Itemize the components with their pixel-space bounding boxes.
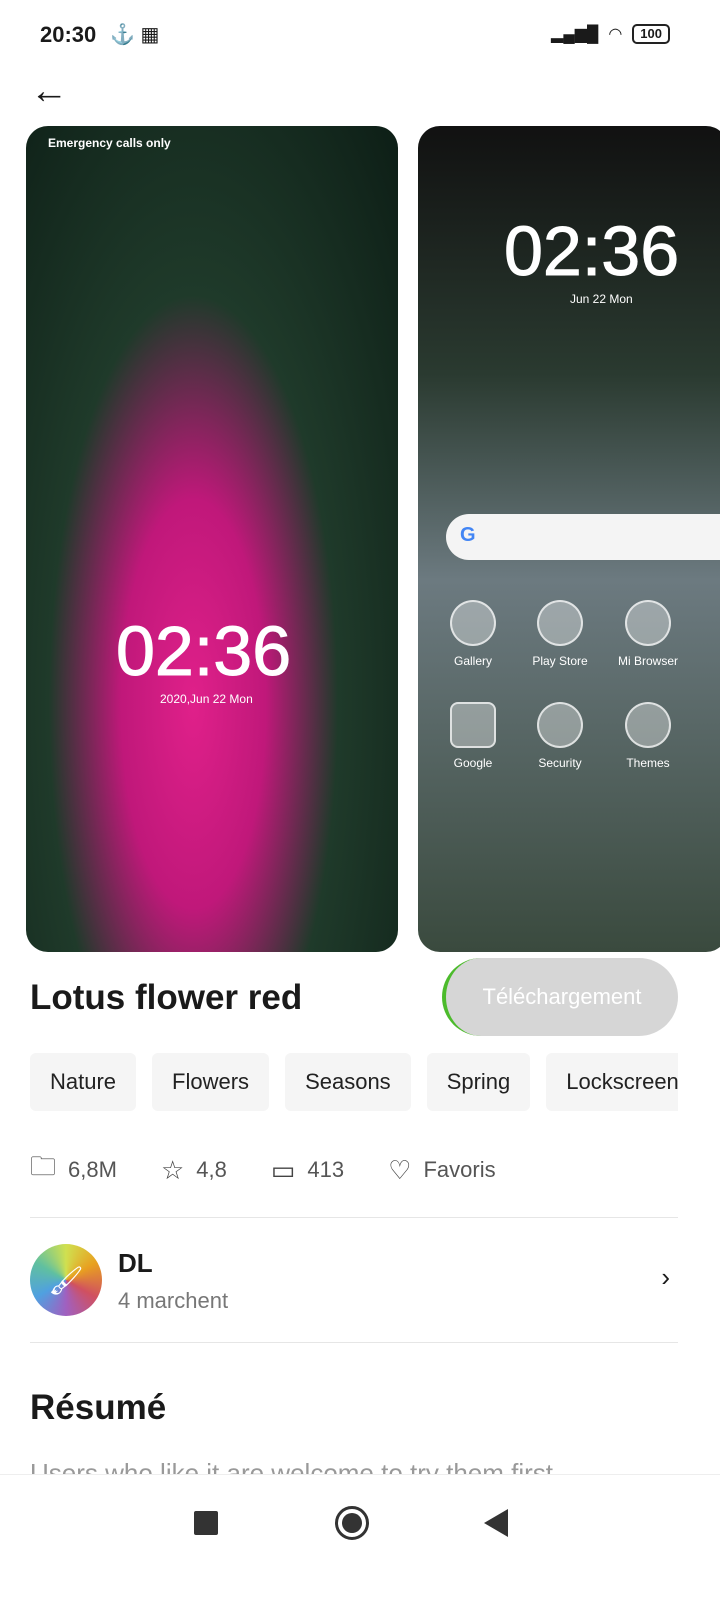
tag-lockscreen[interactable]: Lockscreen <box>546 1053 678 1111</box>
download-button[interactable]: Téléchargement <box>442 958 678 1036</box>
divider <box>30 1342 678 1343</box>
tag-nature[interactable]: Nature <box>30 1053 137 1111</box>
author-row[interactable]: 🖌 DL 4 marchent › <box>30 1244 678 1318</box>
navigation-bar <box>0 1474 720 1600</box>
file-size: 6,8M <box>68 1157 117 1182</box>
wifi-icon: ◠ <box>608 26 623 43</box>
recents-button[interactable] <box>194 1511 218 1535</box>
tag-spring[interactable]: Spring <box>426 1053 531 1111</box>
comment-count: 413 <box>307 1157 345 1182</box>
app-google: Google <box>428 702 518 770</box>
preview-homescreen[interactable]: 02:36 Jun 22 Mon G Gallery Play Store Mi… <box>418 126 720 952</box>
tag-flowers[interactable]: Flowers <box>152 1053 270 1111</box>
comments-button[interactable]: ▭ 413 <box>271 1155 344 1186</box>
preview-lockscreen[interactable]: Emergency calls only 02:36 2020,Jun 22 M… <box>26 126 398 952</box>
tag-seasons[interactable]: Seasons <box>285 1053 411 1111</box>
home-button[interactable] <box>335 1506 369 1540</box>
battery-icon: 100 <box>632 24 670 44</box>
summary-text: Users who like it are welcome to try the… <box>30 1458 554 1474</box>
app-mi-browser: Mi Browser <box>603 600 693 668</box>
theme-title: Lotus flower red <box>30 978 303 1017</box>
app-gallery: Gallery <box>428 600 518 668</box>
comment-icon: ▭ <box>270 1154 296 1185</box>
author-subtitle: 4 marchent <box>118 1288 229 1313</box>
google-search-bar: G <box>446 514 720 560</box>
preview-date: Jun 22 Mon <box>570 292 633 306</box>
file-size-icon: 🗀 <box>30 1151 57 1181</box>
stats-row: 🗀 6,8M ☆ 4,8 ▭ 413 ♡ Favoris <box>30 1148 540 1192</box>
app-security: Security <box>515 702 605 770</box>
divider <box>30 1217 678 1218</box>
rating: 4,8 <box>196 1157 227 1182</box>
preview-date: 2020,Jun 22 Mon <box>160 692 253 706</box>
tag-list: Nature Flowers Seasons Spring Lockscreen <box>30 1053 678 1111</box>
star-icon: ☆ <box>160 1154 185 1185</box>
heart-icon: ♡ <box>388 1154 412 1185</box>
preview-clock: 02:36 <box>115 612 292 691</box>
author-name: DL <box>118 1248 153 1278</box>
clock: 20:30 <box>40 22 97 47</box>
status-bar: 20:30 ⚓ ▦ ▂▄▆█ ◠ 100 <box>0 0 720 70</box>
preview-clock: 02:36 <box>503 212 680 291</box>
favorite-button[interactable]: ♡ Favoris <box>388 1155 495 1186</box>
back-button[interactable]: ← <box>30 70 68 113</box>
summary-heading: Résumé <box>30 1388 167 1427</box>
preview-status-text: Emergency calls only <box>48 136 171 150</box>
notification-icons: ⚓ ▦ <box>110 24 160 46</box>
signal-icon: ▂▄▆█ <box>551 26 599 43</box>
app-play-store: Play Store <box>515 600 605 668</box>
brush-icon: 🖌 <box>48 1264 84 1296</box>
chevron-right-icon: › <box>661 1262 670 1292</box>
back-nav-button[interactable] <box>484 1509 508 1537</box>
author-avatar: 🖌 <box>30 1244 102 1316</box>
app-themes: Themes <box>603 702 693 770</box>
